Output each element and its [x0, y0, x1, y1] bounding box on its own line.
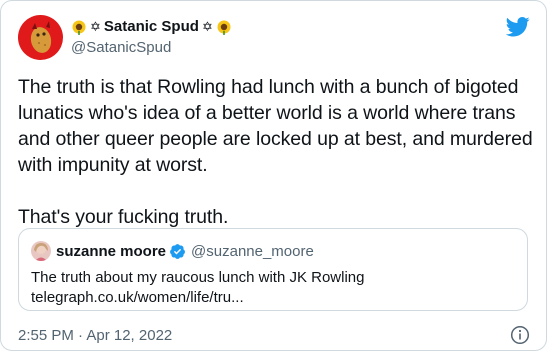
pentagram-star-icon: ✡	[201, 19, 213, 34]
quoted-tweet-header: suzanne moore @suzanne_moore	[31, 241, 314, 261]
quoted-link[interactable]: telegraph.co.uk/women/life/tru...	[31, 288, 244, 307]
tweet-text: The truth is that Rowling had lunch with…	[18, 76, 533, 228]
pentagram-star-icon: ✡	[90, 19, 101, 34]
author-names: ✡ Satanic Spud ✡ @SatanicSpud	[71, 18, 232, 57]
quoted-text: The truth about my raucous lunch with JK…	[31, 269, 365, 286]
tweet-timestamp[interactable]: 2:55 PM · Apr 12, 2022	[18, 327, 172, 344]
sunflower-emoji	[72, 20, 86, 35]
author-handle[interactable]: @SatanicSpud	[71, 38, 232, 57]
quoted-display-name: suzanne moore	[56, 242, 167, 260]
author-display-name-row[interactable]: ✡ Satanic Spud ✡	[71, 18, 232, 36]
tweet-card: ✡ Satanic Spud ✡ @SatanicSpud The truth …	[0, 0, 547, 351]
verified-badge-icon	[170, 243, 185, 259]
twitter-bird-icon[interactable]	[505, 17, 530, 42]
quoted-avatar	[31, 241, 51, 261]
sunflower-emoji	[217, 20, 231, 35]
quoted-tweet[interactable]: suzanne moore @suzanne_moore The truth a…	[18, 228, 528, 311]
quoted-handle: @suzanne_moore	[191, 242, 314, 260]
info-icon[interactable]	[510, 325, 530, 350]
author-display-name: Satanic Spud	[103, 18, 199, 35]
avatar[interactable]	[18, 15, 63, 60]
tweet-header: ✡ Satanic Spud ✡ @SatanicSpud	[18, 15, 232, 60]
